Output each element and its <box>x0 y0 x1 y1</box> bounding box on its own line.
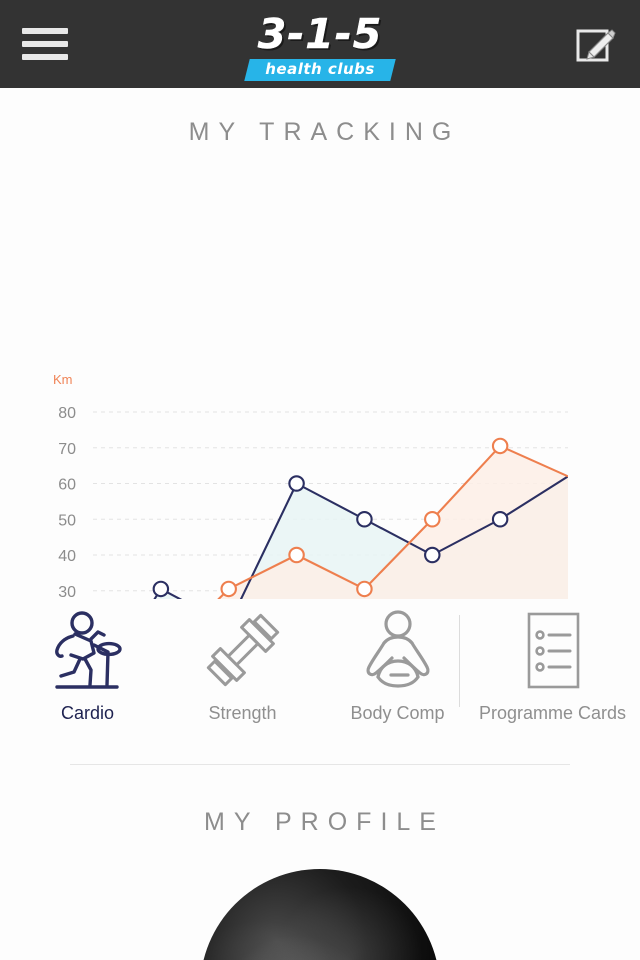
hamburger-menu-icon[interactable] <box>18 24 68 64</box>
category-label-programme-cards: Programme Cards <box>478 703 627 723</box>
page-title-profile: MY PROFILE <box>204 808 445 836</box>
chart-data-point[interactable] <box>288 475 305 492</box>
hamburger-bar <box>22 28 68 34</box>
category-label-cardio: Cardio <box>60 703 115 723</box>
app-header: 3-1-5 health clubs <box>0 0 640 88</box>
chart-y-tick: 60 <box>58 477 76 494</box>
chart-y-ticks: 01020304050607080 <box>58 405 76 599</box>
edit-compose-glyph <box>576 29 616 62</box>
category-divider <box>459 615 460 707</box>
hamburger-bar <box>22 54 68 60</box>
tracking-chart[interactable]: 01020304050607080 123456 Km Day <box>0 169 640 599</box>
category-item-cardio[interactable]: Cardio <box>10 607 165 724</box>
section-divider <box>70 764 570 765</box>
chart-data-point[interactable] <box>491 437 509 455</box>
chart-data-point[interactable] <box>424 510 441 528</box>
category-item-programme-cards[interactable]: Programme Cards <box>475 607 630 724</box>
chart-y-tick: 40 <box>58 548 76 565</box>
brand-logo-main: 3-1-5 <box>257 10 383 58</box>
brand-logo[interactable]: 3-1-5 health clubs <box>220 11 420 81</box>
checklist-document-icon <box>513 607 593 693</box>
hamburger-bar <box>22 41 68 47</box>
chart-data-point[interactable] <box>356 510 373 528</box>
tracking-chart-svg: 01020304050607080 123456 Km Day <box>53 372 568 599</box>
category-nav: Cardio Strength Body Comp Programme Card… <box>0 607 640 724</box>
dumbbell-icon <box>198 607 288 693</box>
app-root: 3-1-5 health clubs MY TRACKING 010 <box>0 0 640 960</box>
chart-y-axis-label: Km <box>53 372 73 387</box>
brand-logo-sub: health clubs <box>265 60 376 78</box>
chart-data-point[interactable] <box>356 580 373 598</box>
chart-data-point[interactable] <box>288 546 305 564</box>
category-item-strength[interactable]: Strength <box>165 607 320 724</box>
chart-y-tick: 30 <box>58 584 76 599</box>
category-label-body-comp: Body Comp <box>350 703 445 723</box>
chart-data-point[interactable] <box>424 546 441 564</box>
chart-data-point[interactable] <box>220 580 237 598</box>
category-item-body-comp[interactable]: Body Comp <box>320 607 475 724</box>
category-label-strength: Strength <box>208 703 277 723</box>
seated-figure-icon <box>358 607 438 693</box>
chart-data-point[interactable] <box>491 510 509 528</box>
chart-y-tick: 70 <box>58 441 76 458</box>
edit-compose-icon[interactable] <box>570 18 622 70</box>
treadmill-runner-icon <box>47 607 129 693</box>
avatar[interactable] <box>200 869 440 960</box>
chart-data-point[interactable] <box>152 580 170 598</box>
brand-logo-banner: health clubs <box>244 59 396 81</box>
chart-y-tick: 50 <box>58 512 76 529</box>
page-title-tracking: MY TRACKING <box>188 118 461 146</box>
chart-y-tick: 80 <box>58 405 76 422</box>
profile-avatar-wrap <box>0 869 640 960</box>
